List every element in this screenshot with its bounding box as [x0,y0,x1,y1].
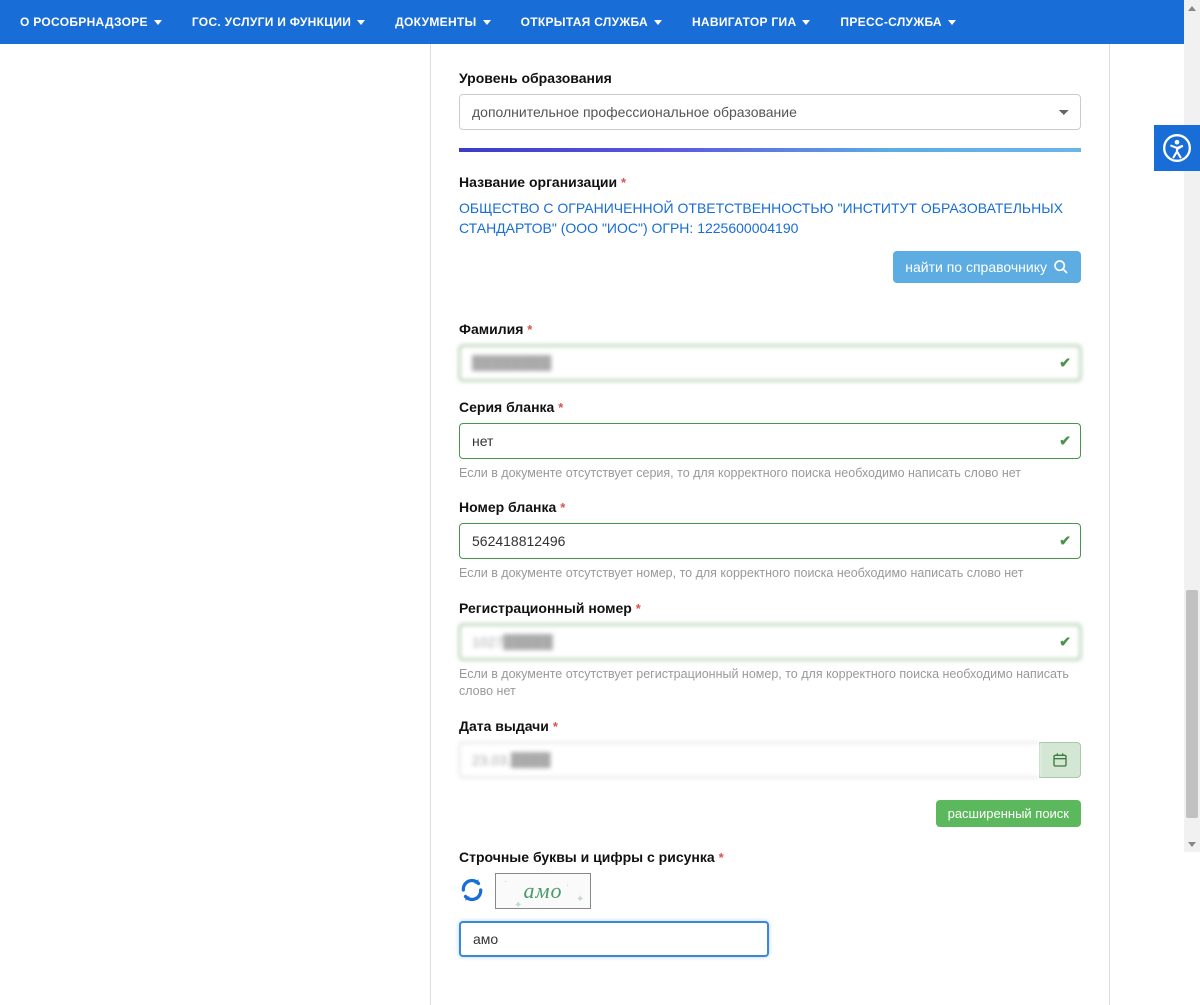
reg-number-helper: Если в документе отсутствует регистрацио… [459,666,1081,700]
accessibility-button[interactable] [1154,125,1200,171]
required-star-icon: * [719,850,724,865]
required-star-icon: * [560,500,565,515]
check-icon: ✔ [1059,354,1071,371]
captcha-image: aмо ·✦·✦ [495,873,591,909]
organization-group: Название организации * ОБЩЕСТВО С ОГРАНИ… [459,174,1081,303]
search-form-panel: Уровень образования дополнительное профе… [430,44,1110,1005]
captcha-label: Строчные буквы и цифры с рисунка * [459,849,1081,865]
scrollbar-thumb[interactable] [1186,590,1198,818]
surname-input[interactable] [459,345,1081,381]
top-nav: О РОСОБРНАДЗОРЕ ГОС. УСЛУГИ И ФУНКЦИИ ДО… [0,0,1200,44]
refresh-icon [459,877,485,903]
blank-series-input[interactable] [459,423,1081,459]
check-icon: ✔ [1059,432,1071,449]
nav-item-press[interactable]: ПРЕСС-СЛУЖБА [840,15,956,29]
accessibility-icon [1163,134,1191,162]
scrollbar-arrow-up-icon[interactable] [1184,0,1200,16]
calendar-icon [1052,752,1068,768]
reg-number-label: Регистрационный номер * [459,600,1081,616]
chevron-down-icon [154,20,162,25]
lookup-button[interactable]: найти по справочнику [893,251,1081,283]
check-icon: ✔ [1059,634,1071,651]
surname-group: Фамилия * ✔ [459,321,1081,381]
lookup-label: найти по справочнику [905,259,1047,275]
required-star-icon: * [527,322,532,337]
search-icon [1053,259,1069,275]
blank-number-group: Номер бланка * ✔ Если в документе отсутс… [459,499,1081,582]
blank-number-label: Номер бланка * [459,499,1081,515]
nav-label: ДОКУМЕНТЫ [395,15,476,29]
blank-series-helper: Если в документе отсутствует серия, то д… [459,465,1081,482]
education-level-select[interactable]: дополнительное профессиональное образова… [459,94,1081,130]
captcha-input[interactable] [459,921,769,957]
organization-value: ОБЩЕСТВО С ОГРАНИЧЕННОЙ ОТВЕТСТВЕННОСТЬЮ… [459,198,1081,239]
reg-number-input[interactable] [459,624,1081,660]
issue-date-group: Дата выдачи * [459,718,1081,778]
scrollbar-arrow-down-icon[interactable] [1184,836,1200,852]
nav-item-documents[interactable]: ДОКУМЕНТЫ [395,15,490,29]
blank-series-group: Серия бланка * ✔ Если в документе отсутс… [459,399,1081,482]
nav-item-navigator[interactable]: НАВИГАТОР ГИА [692,15,810,29]
required-star-icon: * [553,719,558,734]
nav-label: ГОС. УСЛУГИ И ФУНКЦИИ [192,15,351,29]
chevron-down-icon [802,20,810,25]
chevron-down-icon [654,20,662,25]
nav-label: О РОСОБРНАДЗОРЕ [20,15,148,29]
chevron-down-icon [357,20,365,25]
issue-date-label: Дата выдачи * [459,718,1081,734]
captcha-noise: ·✦·✦ [496,874,590,908]
chevron-down-icon [483,20,491,25]
extended-search-button[interactable]: расширенный поиск [936,800,1081,827]
captcha-group: Строчные буквы и цифры с рисунка * aмо ·… [459,849,1081,957]
required-star-icon: * [558,400,563,415]
captcha-refresh-button[interactable] [459,877,485,906]
issue-date-input[interactable] [459,742,1039,778]
blank-number-helper: Если в документе отсутствует номер, то д… [459,565,1081,582]
reg-number-group: Регистрационный номер * ✔ Если в докумен… [459,600,1081,700]
check-icon: ✔ [1059,533,1071,550]
chevron-down-icon [948,20,956,25]
required-star-icon: * [636,601,641,616]
blank-series-label: Серия бланка * [459,399,1081,415]
nav-label: ОТКРЫТАЯ СЛУЖБА [521,15,648,29]
nav-item-about[interactable]: О РОСОБРНАДЗОРЕ [20,15,162,29]
surname-label: Фамилия * [459,321,1081,337]
nav-label: НАВИГАТОР ГИА [692,15,796,29]
nav-item-open-service[interactable]: ОТКРЫТАЯ СЛУЖБА [521,15,662,29]
gradient-divider [459,148,1081,152]
organization-label: Название организации * [459,174,1081,190]
nav-item-services[interactable]: ГОС. УСЛУГИ И ФУНКЦИИ [192,15,365,29]
blank-number-input[interactable] [459,523,1081,559]
required-star-icon: * [621,175,626,190]
calendar-button[interactable] [1039,742,1081,778]
education-level-label: Уровень образования [459,70,1081,86]
education-level-group: Уровень образования дополнительное профе… [459,70,1081,130]
nav-label: ПРЕСС-СЛУЖБА [840,15,942,29]
